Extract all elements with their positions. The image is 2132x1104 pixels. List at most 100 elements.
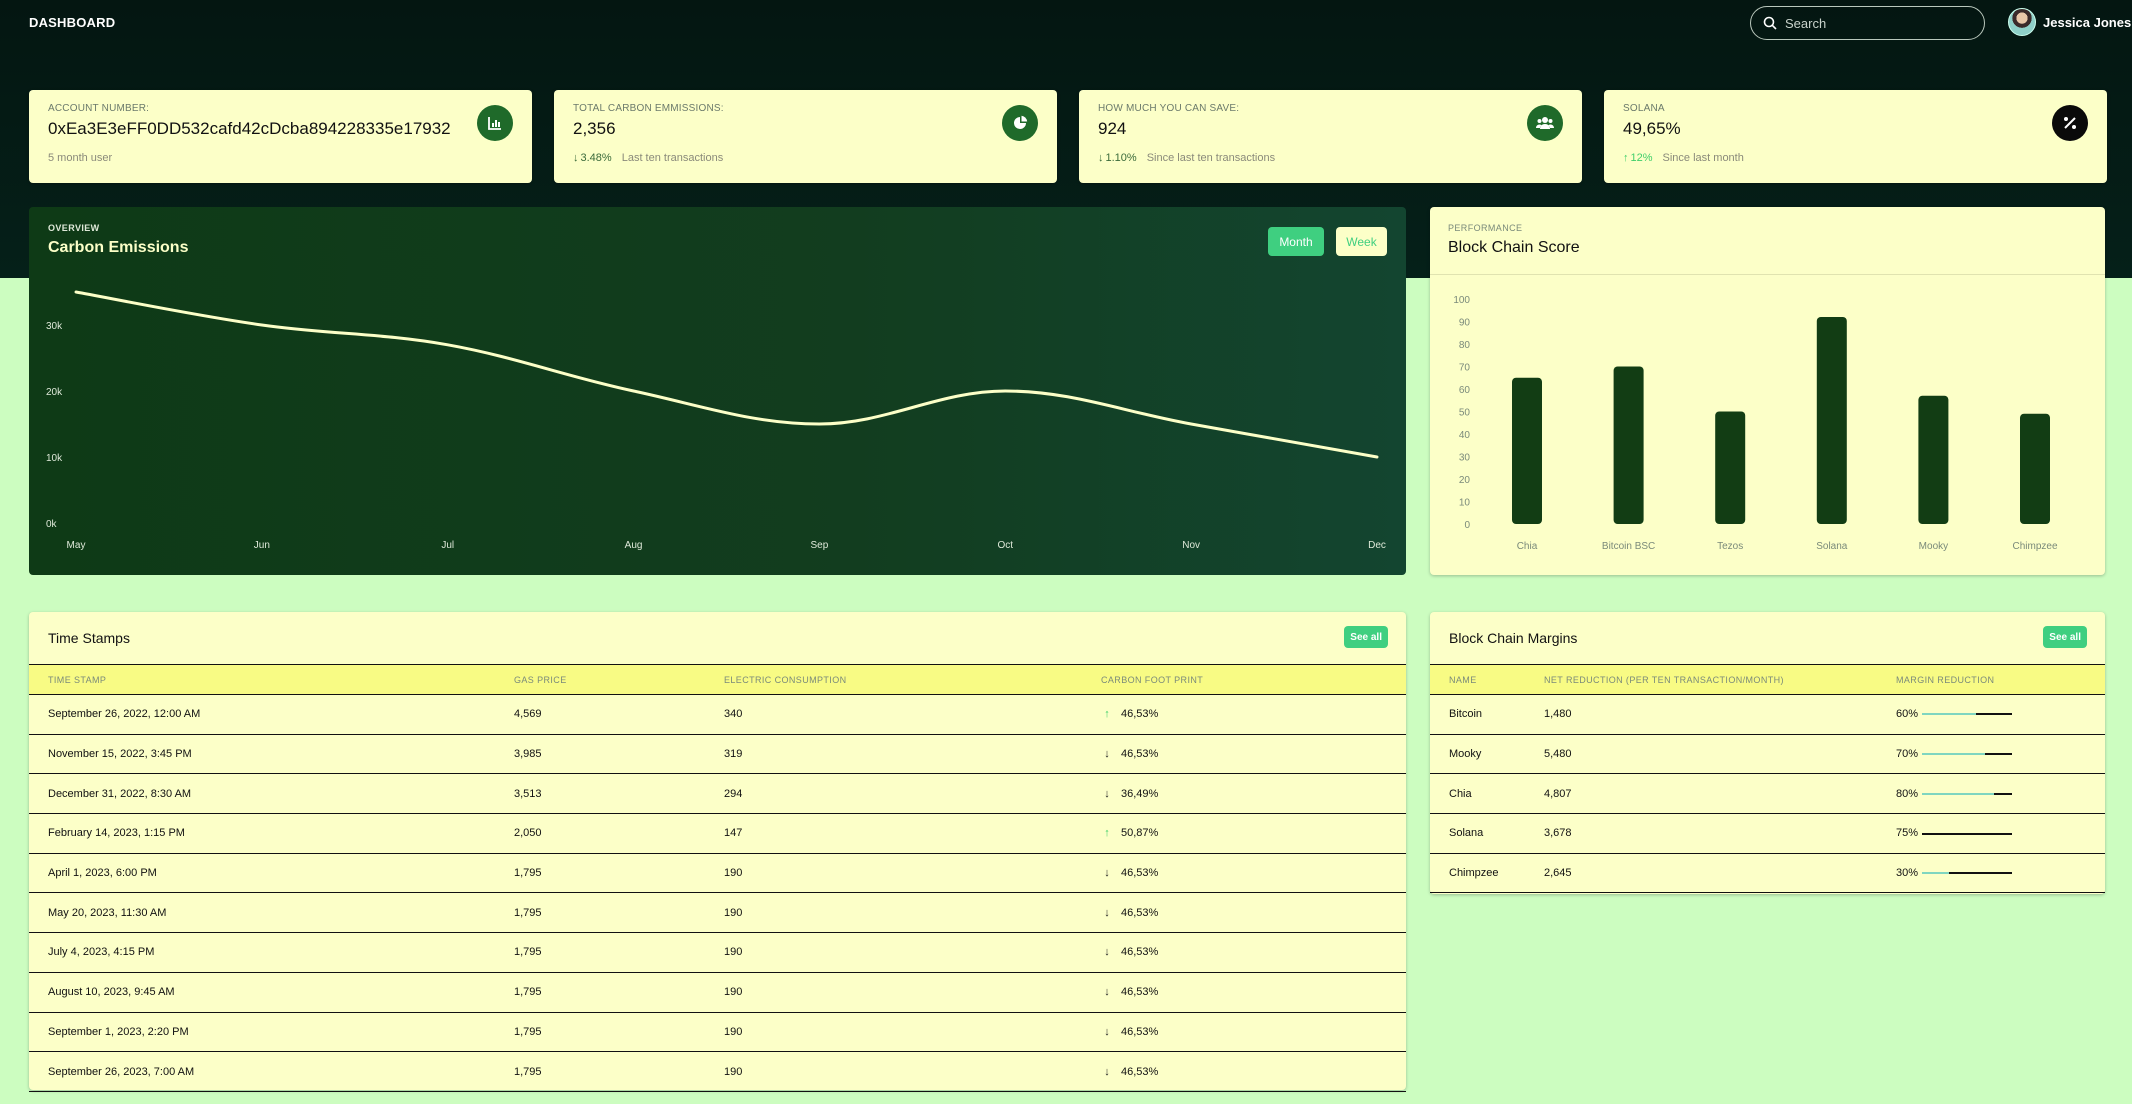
table-row[interactable]: September 26, 2022, 12:00 AM 4,569 340 ↑ 46,… (29, 694, 1406, 735)
margin-percent: 80% (1896, 787, 1919, 800)
cell-margin: 30% (1896, 853, 2105, 894)
users-icon (1527, 105, 1563, 141)
table-row[interactable]: November 15, 2022, 3:45 PM 3,985 319 ↓ 46,53… (29, 734, 1406, 775)
stat-foot: ↑ 12% Since last month (1623, 152, 2088, 164)
table-header-row: NAME NET REDUCTION (PER TEN TRANSACTION/… (1430, 664, 2105, 695)
cell-time-stamp: April 1, 2023, 6:00 PM (29, 853, 514, 894)
time-stamps-table: TIME STAMP GAS PRICE ELECTRIC CONSUMPTIO… (29, 664, 1406, 1092)
table-row[interactable]: August 10, 2023, 9:45 AM 1,795 190 ↓ 46,53% (29, 972, 1406, 1013)
stat-foot-text: 5 month user (48, 152, 113, 164)
cell-carbon-value: 46,53% (1121, 748, 1159, 761)
y-tick-label: 30k (46, 321, 63, 332)
stat-value: 49,65% (1623, 119, 1681, 138)
bar-tezos[interactable] (1715, 411, 1746, 525)
x-tick-label: Aug (625, 540, 643, 551)
col-header-net-reduction[interactable]: NET REDUCTION (PER TEN TRANSACTION/MONTH… (1544, 664, 1896, 695)
cell-net-reduction: 2,645 (1544, 853, 1896, 894)
margin-progress-fill (1922, 713, 1976, 716)
cell-carbon: ↓ 46,53% (1101, 853, 1406, 894)
arrow-down-icon: ↓ (573, 152, 579, 164)
see-all-timestamps-button[interactable]: See all (1344, 626, 1388, 648)
cell-carbon: ↓ 46,53% (1101, 1012, 1406, 1053)
bar-solana[interactable] (1816, 317, 1847, 524)
table-row[interactable]: February 14, 2023, 1:15 PM 2,050 147 ↑ 50,87… (29, 813, 1406, 854)
stat-value: 2,356 (573, 119, 616, 138)
table-row[interactable]: May 20, 2023, 11:30 AM 1,795 190 ↓ 46,53% (29, 892, 1406, 934)
table-row[interactable]: Chia 4,807 80% (1430, 773, 2105, 815)
y-tick-label: 50 (1459, 408, 1471, 419)
stat-foot: ↓ 3.48% Last ten transactions (573, 152, 1038, 164)
col-header-electric[interactable]: ELECTRIC CONSUMPTION (724, 664, 1101, 695)
cell-carbon-value: 46,53% (1121, 867, 1159, 880)
margin-progress-bar (1922, 713, 2012, 716)
search-box[interactable] (1750, 6, 1985, 40)
cell-net-reduction: 1,480 (1544, 694, 1896, 735)
table-row[interactable]: July 4, 2023, 4:15 PM 1,795 190 ↓ 46,53% (29, 932, 1406, 973)
cell-electric: 190 (724, 1051, 1101, 1092)
col-header-time-stamp[interactable]: TIME STAMP (29, 664, 514, 695)
table-row[interactable]: Bitcoin 1,480 60% (1430, 694, 2105, 735)
bar-chimpzee[interactable] (2020, 413, 2050, 524)
cell-time-stamp: May 20, 2023, 11:30 AM (29, 892, 514, 934)
stat-label: HOW MUCH YOU CAN SAVE: (1098, 103, 1240, 114)
table-row[interactable]: April 1, 2023, 6:00 PM 1,795 190 ↓ 46,53% (29, 853, 1406, 894)
cell-time-stamp: December 31, 2022, 8:30 AM (29, 773, 514, 815)
x-tick-label: Dec (1368, 540, 1386, 551)
cell-carbon-value: 46,53% (1121, 708, 1159, 721)
table-row[interactable]: Chimpzee 2,645 30% (1430, 853, 2105, 894)
arrow-down-icon: ↓ (1104, 906, 1110, 919)
margin-percent: 30% (1896, 867, 1919, 880)
stat-label: ACCOUNT NUMBER: (48, 103, 150, 114)
cell-gas-price: 1,795 (514, 932, 724, 973)
avatar[interactable] (2008, 8, 2036, 36)
user-name[interactable]: Jessica Jones (2043, 15, 2131, 30)
user-menu[interactable]: Jessica Jones (2008, 8, 2131, 36)
bar-bitcoin-bsc[interactable] (1613, 366, 1644, 525)
stat-card-savings: HOW MUCH YOU CAN SAVE: 924 ↓ 1.10% Since … (1079, 90, 1582, 183)
y-tick-label: 0 (1464, 520, 1470, 531)
col-header-gas-price[interactable]: GAS PRICE (514, 664, 724, 695)
margin-progress-bar (1922, 872, 2012, 875)
cell-carbon-value: 50,87% (1121, 827, 1159, 840)
table-row[interactable]: September 1, 2023, 2:20 PM 1,795 190 ↓ 46,53… (29, 1012, 1406, 1053)
time-stamps-title: Time Stamps (48, 630, 130, 646)
cell-carbon: ↓ 46,53% (1101, 1051, 1406, 1092)
table-row[interactable]: Solana 3,678 75% (1430, 813, 2105, 854)
cell-margin: 70% (1896, 734, 2105, 775)
y-tick-label: 10 (1459, 498, 1471, 509)
arrow-down-icon: ↓ (1104, 787, 1110, 800)
margins-title: Block Chain Margins (1449, 630, 1578, 646)
cell-carbon-value: 46,53% (1121, 906, 1159, 919)
time-stamps-card: Time Stamps See all TIME STAMP GAS PRICE… (29, 612, 1406, 1092)
cell-gas-price: 2,050 (514, 813, 724, 854)
see-all-margins-button[interactable]: See all (2043, 626, 2087, 648)
stat-change: ↑ 12% (1623, 152, 1653, 164)
x-tick-label: Bitcoin BSC (1602, 541, 1655, 552)
arrow-up-icon: ↑ (1104, 827, 1110, 840)
cell-electric: 190 (724, 853, 1101, 894)
bar-mooky[interactable] (1918, 395, 1949, 524)
col-header-name[interactable]: NAME (1430, 664, 1544, 695)
cell-name: Chimpzee (1430, 853, 1544, 894)
table-row[interactable]: December 31, 2022, 8:30 AM 3,513 294 ↓ 36,49… (29, 773, 1406, 815)
stat-change-value: 12% (1630, 152, 1653, 164)
y-tick-label: 80 (1459, 340, 1471, 351)
bar-chia[interactable] (1512, 377, 1542, 524)
cell-carbon: ↑ 50,87% (1101, 813, 1406, 854)
col-header-carbon[interactable]: CARBON FOOT PRINT (1101, 664, 1406, 695)
cell-electric: 319 (724, 734, 1101, 775)
cell-name: Solana (1430, 813, 1544, 854)
x-tick-label: Sep (811, 540, 829, 551)
cell-time-stamp: September 1, 2023, 2:20 PM (29, 1012, 514, 1053)
col-header-margin-reduction[interactable]: MARGIN REDUCTION (1896, 664, 2105, 695)
cell-name: Mooky (1430, 734, 1544, 775)
y-tick-label: 30 (1459, 453, 1471, 464)
search-input[interactable] (1785, 15, 1965, 31)
stat-change-value: 1.10% (1105, 152, 1137, 164)
brand-title[interactable]: DASHBOARD (29, 15, 115, 30)
cell-time-stamp: November 15, 2022, 3:45 PM (29, 734, 514, 775)
arrow-down-icon: ↓ (1104, 1065, 1110, 1078)
table-row[interactable]: Mooky 5,480 70% (1430, 734, 2105, 775)
table-row[interactable]: September 26, 2023, 7:00 AM 1,795 190 ↓ 46,5… (29, 1051, 1406, 1092)
margins-table: NAME NET REDUCTION (PER TEN TRANSACTION/… (1430, 664, 2105, 894)
